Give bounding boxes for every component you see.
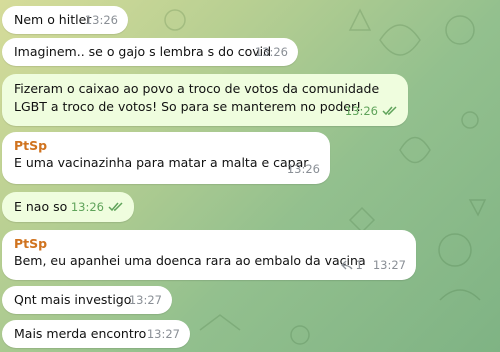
time-label: 13:27 — [146, 327, 180, 341]
chat-message-list[interactable]: Nem o hitler 13:26 Imaginem.. se o gajo … — [0, 0, 500, 352]
message-time: 13:26 — [255, 43, 288, 61]
sender-name[interactable]: PtSp — [14, 236, 406, 252]
time-label: 13:26 — [344, 104, 378, 118]
sender-name[interactable]: PtSp — [14, 138, 320, 154]
message-text: Mais merda encontro — [14, 326, 147, 341]
replies-indicator[interactable]: 1 — [340, 256, 363, 274]
time-label: 13:26 — [286, 162, 320, 176]
message-bubble-outgoing[interactable]: E nao so 13:26 — [2, 192, 134, 222]
message-text: Nem o hitler — [14, 12, 92, 27]
message-text: Bem, eu apanhei uma doenca rara ao embal… — [14, 253, 366, 268]
message-time: 1 13:27 — [340, 256, 406, 274]
message-text: Imaginem.. se o gajo s lembra s do covid — [14, 44, 272, 59]
double-check-icon — [108, 202, 123, 212]
message-text: Qnt mais investigo — [14, 292, 132, 307]
time-label: 13:27 — [372, 258, 406, 272]
message-bubble[interactable]: Nem o hitler 13:26 — [2, 6, 128, 34]
message-time: 13:27 — [129, 291, 162, 309]
message-bubble[interactable]: PtSp E uma vacinazinha para matar a malt… — [2, 132, 330, 184]
message-bubble[interactable]: Imaginem.. se o gajo s lembra s do covid… — [2, 38, 298, 66]
message-time: 13:26 — [71, 198, 124, 216]
message-bubble[interactable]: Qnt mais investigo 13:27 — [2, 286, 172, 314]
message-bubble[interactable]: Mais merda encontro 13:27 — [2, 320, 190, 348]
message-text: E nao so — [14, 199, 68, 214]
time-label: 13:26 — [254, 45, 288, 59]
message-text: E uma vacinazinha para matar a malta e c… — [14, 155, 309, 170]
double-check-icon — [382, 106, 397, 116]
time-label: 13:26 — [84, 13, 118, 27]
time-label: 13:27 — [128, 293, 162, 307]
message-time: 13:27 — [147, 325, 180, 343]
time-label: 13:26 — [70, 200, 104, 214]
message-time: 13:26 — [345, 102, 398, 120]
message-time: 13:26 — [287, 160, 320, 178]
reply-arrow-icon — [340, 260, 353, 270]
message-time: 13:26 — [85, 11, 118, 29]
message-bubble-outgoing[interactable]: Fizeram o caixao ao povo a troco de voto… — [2, 74, 408, 126]
message-text: Fizeram o caixao ao povo a troco de voto… — [14, 81, 380, 114]
message-bubble[interactable]: PtSp Bem, eu apanhei uma doenca rara ao … — [2, 230, 416, 280]
reply-count: 1 — [355, 258, 363, 272]
